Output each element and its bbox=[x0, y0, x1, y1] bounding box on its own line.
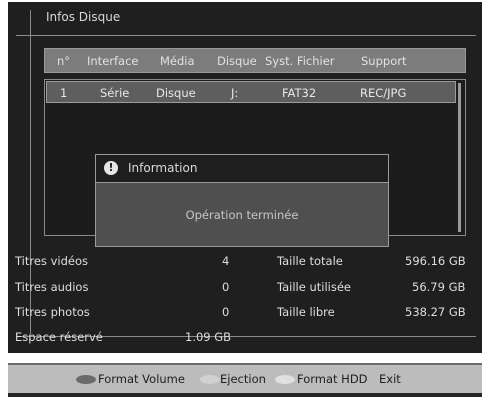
dialog-title: Information bbox=[128, 161, 198, 175]
photos-label: Titres photos bbox=[15, 305, 90, 319]
column-header-support: Support bbox=[361, 54, 407, 68]
page-title: Infos Disque bbox=[46, 10, 121, 24]
format-volume-button[interactable]: Format Volume bbox=[98, 372, 185, 386]
videos-value: 4 bbox=[222, 254, 230, 268]
reserved-label: Espace réservé bbox=[15, 330, 103, 344]
photos-value: 0 bbox=[222, 305, 230, 319]
free-size-label: Taille libre bbox=[277, 305, 335, 319]
cell-filesystem: FAT32 bbox=[282, 86, 317, 100]
used-size-value: 56.79 GB bbox=[412, 280, 466, 294]
column-header-filesystem: Syst. Fichier bbox=[265, 54, 335, 68]
ejection-button[interactable]: Ejection bbox=[220, 372, 266, 386]
reserved-value: 1.09 GB bbox=[185, 330, 232, 344]
audios-value: 0 bbox=[222, 280, 230, 294]
videos-label: Titres vidéos bbox=[15, 254, 88, 268]
column-header-number: n° bbox=[57, 54, 71, 68]
table-row[interactable]: 1 Série Disque J: FAT32 REC/JPG bbox=[46, 81, 456, 103]
dialog-message: Opération terminée bbox=[185, 208, 299, 222]
free-size-value: 538.27 GB bbox=[405, 305, 466, 319]
dialog-header: ! Information bbox=[96, 155, 388, 183]
column-header-interface: Interface bbox=[87, 54, 139, 68]
column-header-disk: Disque bbox=[217, 54, 257, 68]
title-divider bbox=[16, 35, 476, 36]
info-icon: ! bbox=[104, 161, 118, 175]
used-size-label: Taille utilisée bbox=[277, 280, 352, 294]
cell-media: Disque bbox=[156, 86, 196, 100]
cell-support: REC/JPG bbox=[360, 86, 407, 100]
total-size-value: 596.16 GB bbox=[405, 254, 466, 268]
yellow-key-icon bbox=[275, 375, 295, 384]
format-hdd-button[interactable]: Format HDD bbox=[297, 372, 368, 386]
cell-disk: J: bbox=[231, 86, 239, 100]
exit-button[interactable]: Exit bbox=[379, 372, 401, 386]
column-header-media: Média bbox=[160, 54, 195, 68]
total-size-label: Taille totale bbox=[277, 254, 343, 268]
green-key-icon bbox=[200, 375, 220, 384]
audios-label: Titres audios bbox=[15, 280, 89, 294]
table-header: n° Interface Média Disque Syst. Fichier … bbox=[44, 48, 466, 73]
cell-interface: Série bbox=[100, 86, 130, 100]
red-key-icon bbox=[76, 375, 96, 384]
footer-shadow bbox=[8, 393, 482, 397]
scrollbar[interactable] bbox=[458, 83, 461, 232]
information-dialog: ! Information Opération terminée bbox=[95, 154, 389, 247]
cell-number: 1 bbox=[60, 86, 68, 100]
footer-bar: Format Volume Ejection Format HDD Exit bbox=[8, 363, 482, 393]
